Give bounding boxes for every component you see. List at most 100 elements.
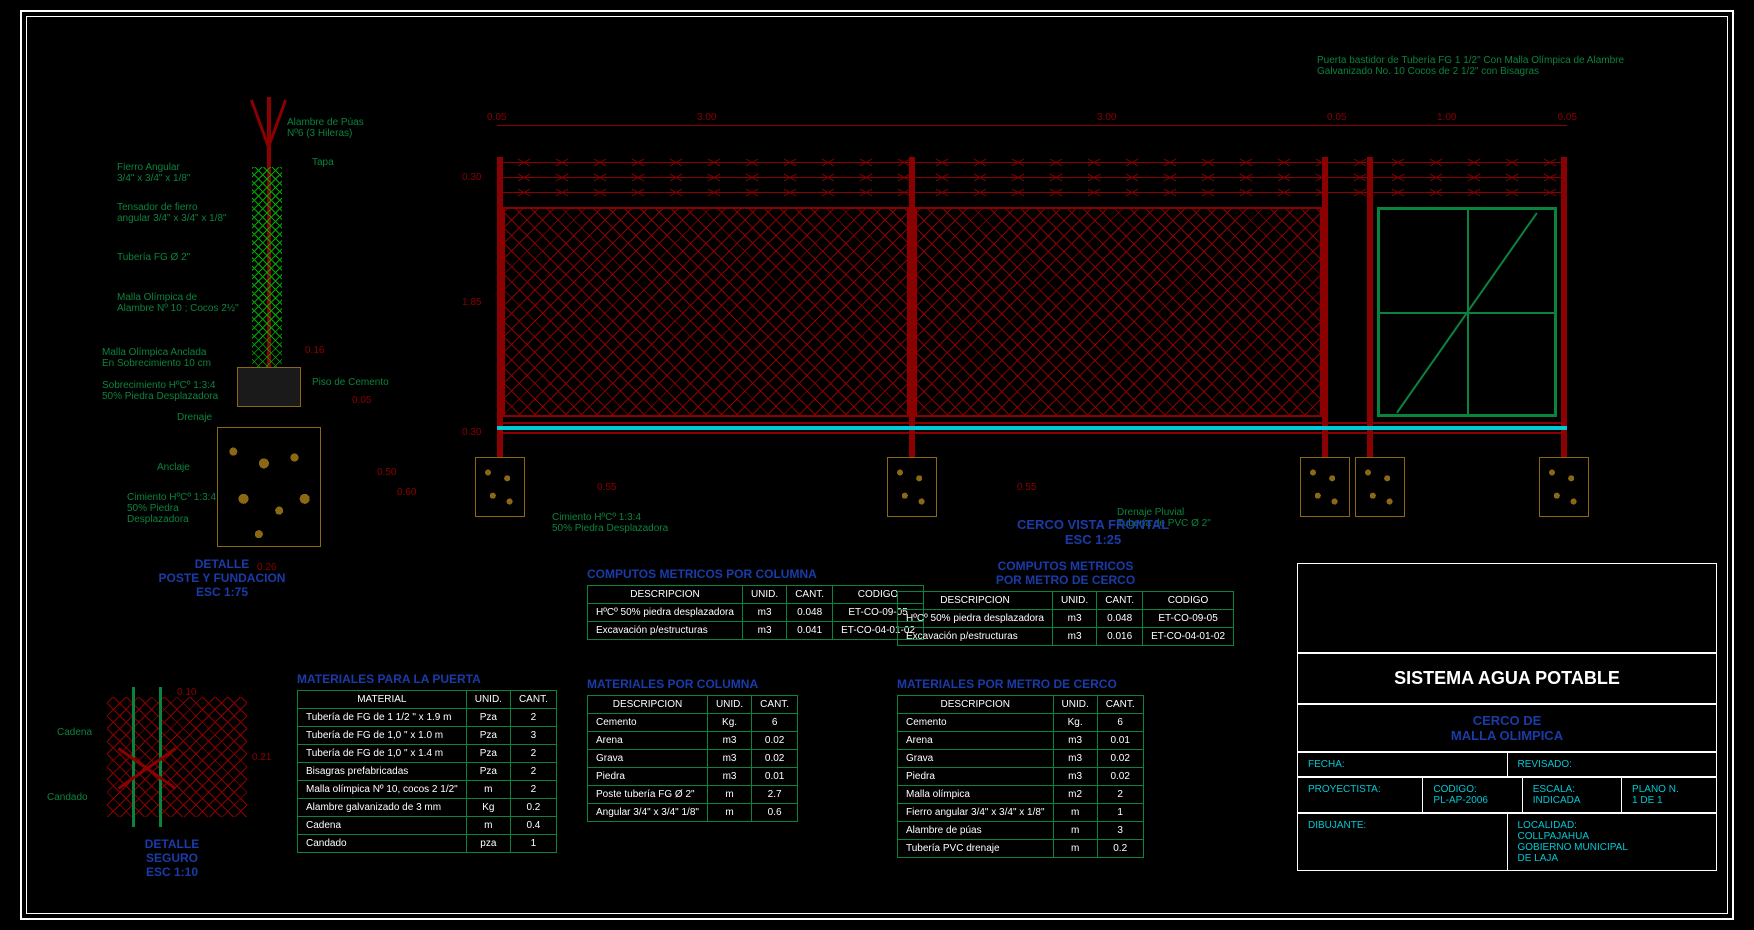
table-cell: Poste tubería FG Ø 2" <box>588 786 708 804</box>
table-row: HºCº 50% piedra desplazadoram30.048ET-CO… <box>588 604 924 622</box>
table-cell: m2 <box>1053 786 1097 804</box>
table-cell: m3 <box>1053 768 1097 786</box>
tb-localidad-v3: DE LAJA <box>1518 853 1559 864</box>
table-cell: 6 <box>752 714 798 732</box>
table-cell: 2.7 <box>752 786 798 804</box>
table-row: Arenam30.02 <box>588 732 798 750</box>
detail-post-scale: ESC 1:75 <box>157 585 287 599</box>
table-computos-columna: COMPUTOS METRICOS POR COLUMNA DESCRIPCIO… <box>587 567 924 640</box>
table-cell: 1 <box>510 835 556 853</box>
tbl-title-mat-puerta: MATERIALES PARA LA PUERTA <box>297 672 557 686</box>
table-cell: m <box>1053 822 1097 840</box>
dim-hf2: 0.55 <box>1017 482 1036 493</box>
table-row: CementoKg.6 <box>588 714 798 732</box>
table-row: Bisagras prefabricadasPza2 <box>298 763 557 781</box>
table-row: Piedram30.02 <box>898 768 1144 786</box>
table-cell: m3 <box>1053 732 1097 750</box>
table-row: Arenam30.01 <box>898 732 1144 750</box>
table-cell: 2 <box>510 745 556 763</box>
table-cell: m <box>466 781 510 799</box>
table-cell: ET-CO-09-05 <box>1143 610 1234 628</box>
table-cell: m <box>707 804 751 822</box>
table-cell: Kg. <box>707 714 751 732</box>
table-header: CANT. <box>510 691 556 709</box>
tb-plano-de1: CERCO DE <box>1306 713 1708 728</box>
table-cell: Arena <box>898 732 1054 750</box>
table-cell: 1 <box>1097 804 1143 822</box>
tb-plano-de2: MALLA OLIMPICA <box>1306 728 1708 743</box>
footing-3 <box>1300 457 1350 517</box>
table-cell: m3 <box>707 732 751 750</box>
table-row: Excavación p/estructurasm30.016ET-CO-04-… <box>898 628 1234 646</box>
ann-malla: Malla Olímpica deAlambre Nº 10 ; Cocos 2… <box>117 292 239 314</box>
tb-codigo-lbl: CODIGO: <box>1433 784 1476 795</box>
ann-sobrecimiento: Sobrecimiento HºCº 1:3:450% Piedra Despl… <box>102 380 218 402</box>
table-cell: Pza <box>466 727 510 745</box>
table-row: Cadenam0.4 <box>298 817 557 835</box>
dim-016: 0.16 <box>305 345 324 356</box>
tb-fecha: FECHA: <box>1298 753 1508 776</box>
footing-1 <box>475 457 525 517</box>
table-cell: m3 <box>742 604 786 622</box>
table-cell: m <box>1053 840 1097 858</box>
table-row: Candadopza1 <box>298 835 557 853</box>
table-cell: 0.02 <box>752 750 798 768</box>
table-header: DESCRIPCION <box>898 592 1053 610</box>
table-row: Tubería de FG de 1 1/2 " x 1.9 mPza2 <box>298 709 557 727</box>
ann-tapa: Tapa <box>312 157 334 168</box>
post-4 <box>1561 157 1567 457</box>
table-cell: 0.02 <box>752 732 798 750</box>
ann-candado: Candado <box>47 792 88 803</box>
table-cell: m3 <box>1052 610 1096 628</box>
table-cell: m3 <box>1052 628 1096 646</box>
table-header: UNID. <box>742 586 786 604</box>
table-row: Gravam30.02 <box>898 750 1144 768</box>
table-cell: HºCº 50% piedra desplazadora <box>588 604 743 622</box>
table-cell: Tubería de FG de 1,0 " x 1.4 m <box>298 745 467 763</box>
footing-gate-l <box>1355 457 1405 517</box>
table-row: HºCº 50% piedra desplazadoram30.048ET-CO… <box>898 610 1234 628</box>
table-cell: Kg <box>466 799 510 817</box>
table-header: UNID. <box>466 691 510 709</box>
tbl-title-mat-col: MATERIALES POR COLUMNA <box>587 677 798 691</box>
mesh-detail <box>252 167 282 367</box>
table-cell: Malla olímpica Nº 10, cocos 2 1/2" <box>298 781 467 799</box>
table-row: Angular 3/4" x 3/4" 1/8"m0.6 <box>588 804 798 822</box>
table-cell: Tubería PVC drenaje <box>898 840 1054 858</box>
table-cell: 0.2 <box>510 799 556 817</box>
table-row: Malla olímpica Nº 10, cocos 2 1/2"m2 <box>298 781 557 799</box>
tb-plano-n: PLANO N. 1 DE 1 <box>1622 778 1716 812</box>
tbl-title-comp-col: COMPUTOS METRICOS POR COLUMNA <box>587 567 924 581</box>
dim-span2: 3.00 <box>1097 112 1116 123</box>
table-header: CODIGO <box>1143 592 1234 610</box>
table-cell: 0.048 <box>1097 610 1143 628</box>
lock-chain-x <box>117 737 177 797</box>
elevation-title: CERCO VISTA FRONTAL ESC 1:25 <box>1017 517 1169 547</box>
table-cell: Arena <box>588 732 708 750</box>
ann-fierro: Fierro Angular3/4" x 3/4" x 1/8" <box>117 162 190 184</box>
table-cell: m3 <box>707 750 751 768</box>
tbl-title-comp-cerco2: POR METRO DE CERCO <box>897 573 1234 587</box>
tb-plano-de: CERCO DE MALLA OLIMPICA <box>1297 704 1717 752</box>
table-cell: Fierro angular 3/4" x 3/4" x 1/8" <box>898 804 1054 822</box>
dim-gate: 1.00 <box>1437 112 1456 123</box>
dim-edge-l: 0.05 <box>487 112 506 123</box>
post-gate-l <box>1367 157 1373 457</box>
table-cell: Candado <box>298 835 467 853</box>
ann-malla-anclada: Malla Olímpica AncladaEn Sobrecimiento 1… <box>102 347 211 369</box>
table-cell: 0.041 <box>787 622 833 640</box>
table-row: Alambre galvanizado de 3 mmKg0.2 <box>298 799 557 817</box>
tb-revisado: REVISADO: <box>1508 753 1717 776</box>
tb-dibujante: DIBUJANTE: <box>1298 814 1508 870</box>
tb-plano-n-lbl: PLANO N. <box>1632 784 1679 795</box>
elevation-title-txt: CERCO VISTA FRONTAL <box>1017 517 1169 532</box>
tbl-title-mat-cerco: MATERIALES POR METRO DE CERCO <box>897 677 1144 691</box>
mesh-panel-2 <box>915 207 1322 417</box>
table-materiales-puerta: MATERIALES PARA LA PUERTA MATERIALUNID.C… <box>297 672 557 853</box>
table-header: UNID. <box>707 696 751 714</box>
dim-005: 0.05 <box>352 395 371 406</box>
tb-escala-lbl: ESCALA: <box>1533 784 1575 795</box>
inner-frame: Alambre de PúasNº6 (3 Hileras) Tapa Fier… <box>26 16 1728 914</box>
tb-codigo: CODIGO: PL-AP-2006 <box>1423 778 1522 812</box>
table-row: CementoKg.6 <box>898 714 1144 732</box>
